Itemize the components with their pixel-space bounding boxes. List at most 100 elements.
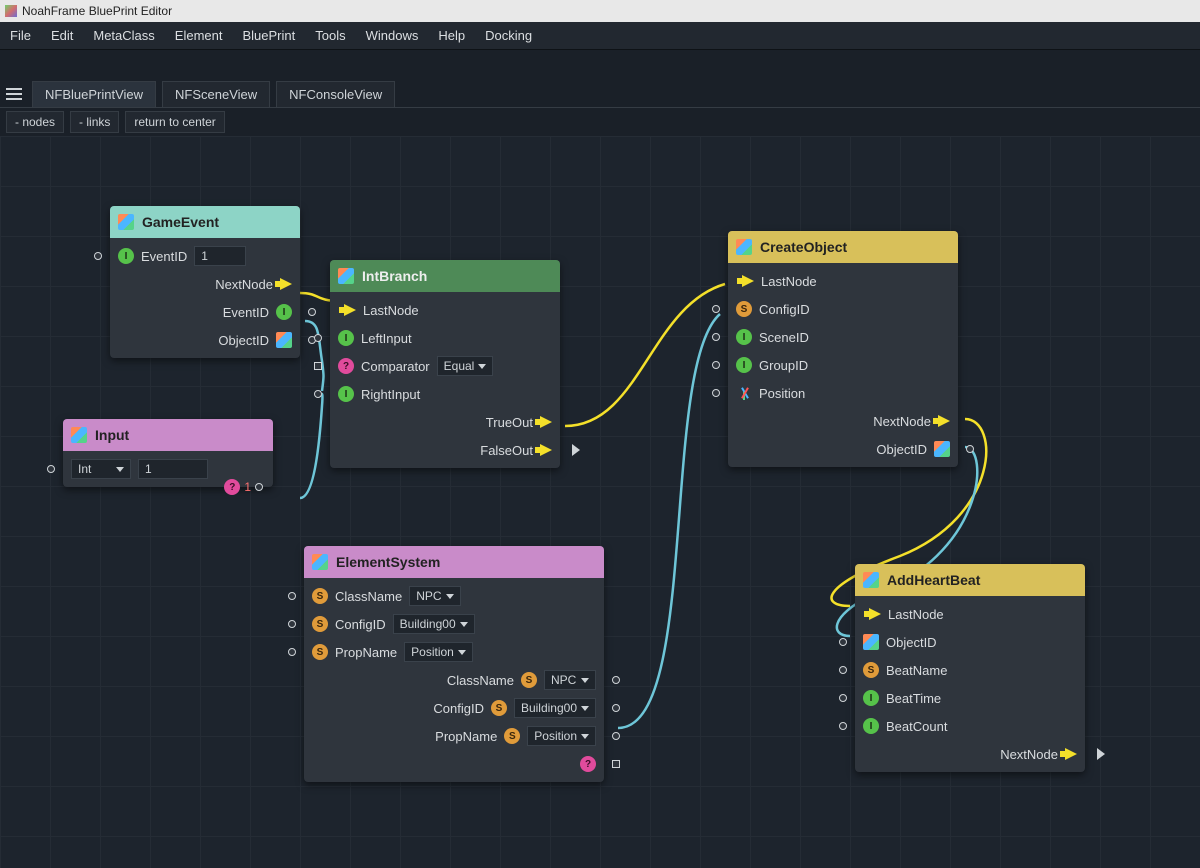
node-header[interactable]: GameEvent [110, 206, 300, 238]
comparator-select[interactable]: Equal [437, 356, 494, 376]
config-id-select[interactable]: Building00 [393, 614, 475, 634]
node-element-system[interactable]: ElementSystem S ClassName NPC S ConfigID… [304, 546, 604, 782]
node-header[interactable]: ElementSystem [304, 546, 604, 578]
pin-prop-name-out[interactable]: PropName S Position [304, 722, 604, 750]
port-in[interactable] [314, 390, 322, 398]
pin-beat-time[interactable]: I BeatTime [855, 684, 1085, 712]
node-header[interactable]: AddHeartBeat [855, 564, 1085, 596]
port-out[interactable] [612, 676, 620, 684]
config-id-out-select[interactable]: Building00 [514, 698, 596, 718]
node-int-branch[interactable]: IntBranch LastNode I LeftInput ? Compara… [330, 260, 560, 468]
input-value[interactable]: 1 [138, 459, 208, 479]
port-in[interactable] [314, 362, 322, 370]
tab-menu-icon[interactable] [6, 88, 22, 100]
port-out[interactable] [966, 445, 974, 453]
pin-right-input[interactable]: I RightInput [330, 380, 560, 408]
port-in[interactable] [288, 620, 296, 628]
port-out[interactable] [612, 760, 620, 768]
class-name-select[interactable]: NPC [409, 586, 461, 606]
port-in[interactable] [94, 252, 102, 260]
port-in[interactable] [314, 334, 322, 342]
pin-object-id-out[interactable]: ObjectID [110, 326, 300, 354]
menu-windows[interactable]: Windows [366, 28, 419, 43]
string-pin-icon: S [863, 662, 879, 678]
port-in[interactable] [47, 465, 55, 473]
tab-blueprint-view[interactable]: NFBluePrintView [32, 81, 156, 107]
menu-tools[interactable]: Tools [315, 28, 345, 43]
node-create-object[interactable]: CreateObject LastNode S ConfigID I Scene… [728, 231, 958, 467]
exec-port-icon[interactable] [572, 444, 580, 456]
port-in[interactable] [288, 648, 296, 656]
node-header[interactable]: Input [63, 419, 273, 451]
port-in[interactable] [712, 333, 720, 341]
pin-config-id[interactable]: S ConfigID [728, 295, 958, 323]
type-select[interactable]: Int [71, 459, 131, 479]
menu-metaclass[interactable]: MetaClass [93, 28, 154, 43]
pin-beat-name[interactable]: S BeatName [855, 656, 1085, 684]
port-in[interactable] [712, 361, 720, 369]
pin-scene-id[interactable]: I SceneID [728, 323, 958, 351]
node-add-heartbeat[interactable]: AddHeartBeat LastNode ObjectID S BeatNam… [855, 564, 1085, 772]
tab-scene-view[interactable]: NFSceneView [162, 81, 270, 107]
blueprint-canvas[interactable]: GameEvent I EventID 1 NextNode EventID I… [0, 136, 1200, 868]
port-out[interactable] [255, 483, 263, 491]
event-id-value[interactable]: 1 [194, 246, 246, 266]
pin-last-node[interactable]: LastNode [728, 267, 958, 295]
pin-next-node[interactable]: NextNode [728, 407, 958, 435]
exec-arrow-icon [742, 275, 754, 287]
port-out[interactable] [612, 732, 620, 740]
cube-icon [863, 634, 879, 650]
pin-last-node[interactable]: LastNode [330, 296, 560, 324]
node-header[interactable]: IntBranch [330, 260, 560, 292]
port-in[interactable] [839, 694, 847, 702]
btn-return-center[interactable]: return to center [125, 111, 224, 133]
pin-unknown-out[interactable]: ? [304, 750, 604, 778]
pin-event-id-in[interactable]: I EventID 1 [110, 242, 300, 270]
prop-name-select[interactable]: Position [404, 642, 473, 662]
port-in[interactable] [839, 722, 847, 730]
pin-group-id[interactable]: I GroupID [728, 351, 958, 379]
pin-object-id-out[interactable]: ObjectID [728, 435, 958, 463]
pin-prop-name[interactable]: S PropName Position [304, 638, 604, 666]
menu-file[interactable]: File [10, 28, 31, 43]
btn-minus-links[interactable]: - links [70, 111, 119, 133]
menu-edit[interactable]: Edit [51, 28, 73, 43]
port-in[interactable] [839, 666, 847, 674]
pin-next-node[interactable]: NextNode [110, 270, 300, 298]
pin-config-id-out[interactable]: ConfigID S Building00 [304, 694, 604, 722]
pin-false-out[interactable]: FalseOut [330, 436, 560, 464]
port-in[interactable] [839, 638, 847, 646]
btn-minus-nodes[interactable]: - nodes [6, 111, 64, 133]
node-badge: ? 1 [224, 479, 263, 495]
class-name-out-select[interactable]: NPC [544, 670, 596, 690]
exec-arrow-icon [540, 444, 552, 456]
tab-console-view[interactable]: NFConsoleView [276, 81, 395, 107]
pin-left-input[interactable]: I LeftInput [330, 324, 560, 352]
pin-class-name-out[interactable]: ClassName S NPC [304, 666, 604, 694]
pin-next-node[interactable]: NextNode [855, 740, 1085, 768]
pin-beat-count[interactable]: I BeatCount [855, 712, 1085, 740]
node-input[interactable]: Input Int 1 ? 1 [63, 419, 273, 487]
pin-class-name[interactable]: S ClassName NPC [304, 582, 604, 610]
pin-position[interactable]: Position [728, 379, 958, 407]
port-out[interactable] [612, 704, 620, 712]
port-in[interactable] [288, 592, 296, 600]
pin-last-node[interactable]: LastNode [855, 600, 1085, 628]
menu-blueprint[interactable]: BluePrint [242, 28, 295, 43]
pin-config-id[interactable]: S ConfigID Building00 [304, 610, 604, 638]
port-out[interactable] [308, 308, 316, 316]
pin-true-out[interactable]: TrueOut [330, 408, 560, 436]
pin-object-id[interactable]: ObjectID [855, 628, 1085, 656]
prop-name-out-select[interactable]: Position [527, 726, 596, 746]
pin-event-id-out[interactable]: EventID I [110, 298, 300, 326]
menu-docking[interactable]: Docking [485, 28, 532, 43]
menu-help[interactable]: Help [438, 28, 465, 43]
exec-port-icon[interactable] [1097, 748, 1105, 760]
node-game-event[interactable]: GameEvent I EventID 1 NextNode EventID I… [110, 206, 300, 358]
pin-comparator[interactable]: ? Comparator Equal [330, 352, 560, 380]
cube-icon [863, 572, 879, 588]
menu-element[interactable]: Element [175, 28, 223, 43]
port-in[interactable] [712, 389, 720, 397]
port-in[interactable] [712, 305, 720, 313]
node-header[interactable]: CreateObject [728, 231, 958, 263]
